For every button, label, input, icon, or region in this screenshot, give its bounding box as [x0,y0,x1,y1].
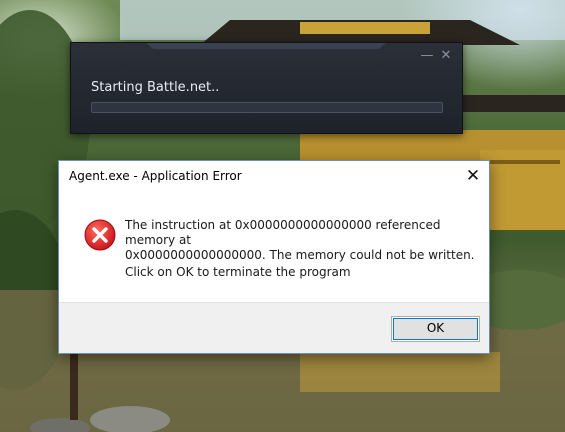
error-message-line-2: 0x0000000000000000. The memory could not… [125,248,475,262]
ok-button[interactable]: OK [391,316,480,342]
error-icon [84,219,116,251]
dialog-title: Agent.exe - Application Error [69,169,242,183]
close-icon[interactable]: ✕ [438,48,454,64]
error-message-line-1: The instruction at 0x0000000000000000 re… [125,218,441,247]
dialog-footer: OK [59,302,489,353]
launcher-progress-bar [91,102,443,113]
launcher-top-tab [146,43,386,49]
battlenet-launcher-window: — ✕ Starting Battle.net.. [70,42,463,134]
application-error-dialog: Agent.exe - Application Error ✕ The inst… [58,160,490,354]
dialog-titlebar[interactable]: Agent.exe - Application Error ✕ [59,161,489,192]
error-message: The instruction at 0x0000000000000000 re… [125,218,475,263]
close-icon[interactable]: ✕ [457,161,489,192]
error-instruction: Click on OK to terminate the program [125,265,351,279]
launcher-status-text: Starting Battle.net.. [91,80,220,95]
minimize-icon[interactable]: — [419,48,435,64]
